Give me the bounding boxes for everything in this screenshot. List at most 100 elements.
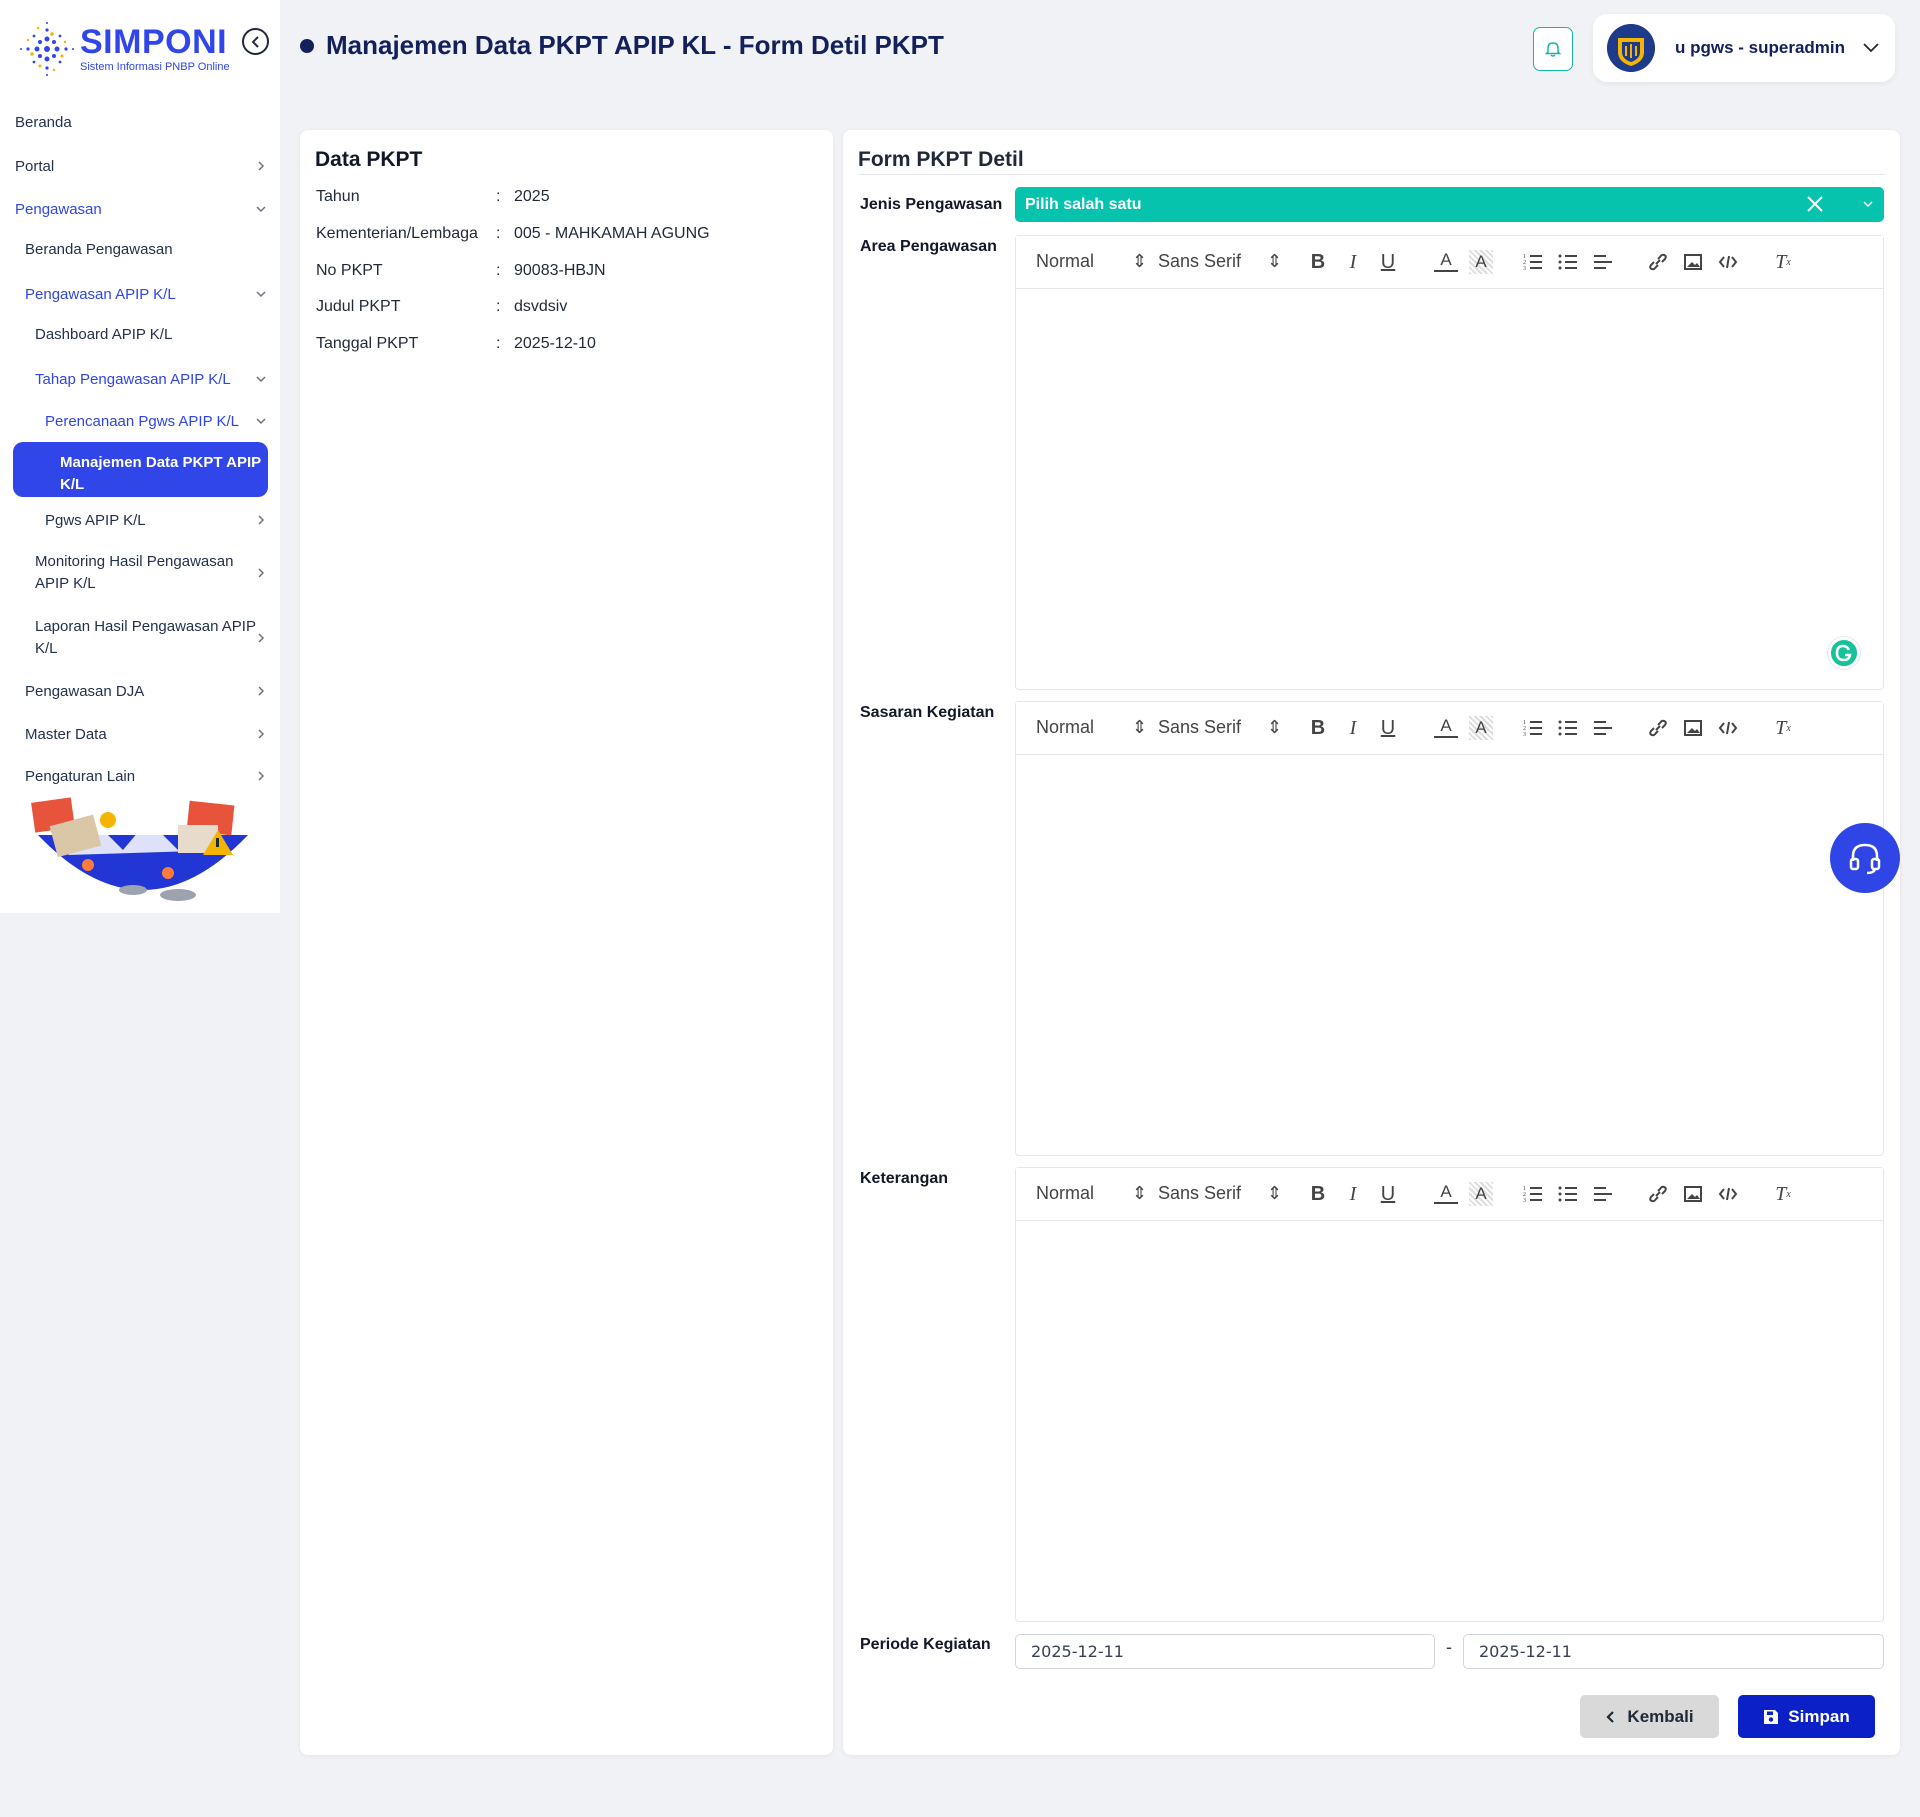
align-button[interactable]	[1591, 1182, 1615, 1206]
sidebar-item-perencanaan[interactable]: Perencanaan Pgws APIP K/L	[45, 411, 280, 431]
code-button[interactable]	[1716, 1182, 1740, 1206]
sidebar-item-beranda-pengawasan[interactable]: Beranda Pengawasan	[25, 241, 173, 258]
sidebar-item-monitoring[interactable]: Monitoring Hasil Pengawasan APIP K/L	[35, 551, 280, 595]
support-chat-button[interactable]	[1830, 823, 1900, 893]
font-select[interactable]: Sans Serif ⇕	[1158, 717, 1282, 738]
text-color-button[interactable]: A	[1434, 250, 1458, 272]
simponi-logo[interactable]: SIMPONI Sistem Informasi PNBP Online	[18, 18, 248, 80]
sidebar-item-pengawasan-dja[interactable]: Pengawasan DJA	[25, 681, 280, 701]
jenis-pengawasan-label: Jenis Pengawasan	[860, 196, 1003, 213]
form-title: Form PKPT Detil	[858, 148, 1024, 171]
chevron-down-icon	[256, 291, 266, 298]
bold-button[interactable]: B	[1306, 716, 1330, 740]
sidebar-item-tahap-pengawasan[interactable]: Tahap Pengawasan APIP K/L	[35, 369, 280, 389]
image-button[interactable]	[1681, 1182, 1705, 1206]
area-pengawasan-content[interactable]	[1016, 289, 1883, 689]
underline-button[interactable]: U	[1376, 716, 1400, 740]
align-left-icon	[1594, 721, 1612, 735]
link-button[interactable]	[1646, 716, 1670, 740]
bold-button[interactable]: B	[1306, 250, 1330, 274]
chevron-down-icon	[256, 376, 266, 383]
sidebar-item-portal[interactable]: Portal	[15, 156, 280, 176]
save-button[interactable]: Simpan	[1738, 1695, 1875, 1738]
code-button[interactable]	[1716, 250, 1740, 274]
sidebar-item-laporan[interactable]: Laporan Hasil Pengawasan APIP K/L	[35, 616, 280, 660]
chevron-down-icon	[256, 206, 266, 213]
divider	[858, 174, 1885, 175]
clear-format-button[interactable]: Tx	[1771, 716, 1795, 740]
editor-toolbar: Normal ⇕ Sans Serif ⇕ B I U A A 123 Tx	[1016, 236, 1883, 289]
periode-start-input[interactable]: 2025-12-11	[1015, 1634, 1435, 1669]
clear-format-button[interactable]: Tx	[1771, 250, 1795, 274]
link-button[interactable]	[1646, 1182, 1670, 1206]
sidebar-illustration-image	[31, 797, 248, 901]
bullet-list-button[interactable]	[1556, 250, 1580, 274]
sidebar-item-pgws-apip[interactable]: Pgws APIP K/L	[45, 510, 280, 530]
bullet-list-button[interactable]	[1556, 1182, 1580, 1206]
data-pkpt-card: Data PKPT Tahun:2025 Kementerian/Lembaga…	[300, 130, 833, 1755]
bold-button[interactable]: B	[1306, 1182, 1330, 1206]
italic-button[interactable]: I	[1341, 1182, 1365, 1206]
bullet-list-icon	[1558, 720, 1577, 736]
underline-button[interactable]: U	[1376, 1182, 1400, 1206]
background-color-button[interactable]: A	[1469, 250, 1493, 274]
italic-button[interactable]: I	[1341, 716, 1365, 740]
page-header: Manajemen Data PKPT APIP KL - Form Detil…	[300, 30, 944, 61]
chevron-right-icon	[258, 686, 265, 696]
image-button[interactable]	[1681, 250, 1705, 274]
background-color-button[interactable]: A	[1469, 716, 1493, 740]
bullet-list-icon	[1558, 254, 1577, 270]
image-button[interactable]	[1681, 716, 1705, 740]
bullet-list-button[interactable]	[1556, 716, 1580, 740]
updown-arrows-icon: ⇕	[1132, 251, 1148, 271]
sidebar-item-dashboard-apip[interactable]: Dashboard APIP K/L	[35, 326, 172, 343]
sidebar-item-pengawasan-apip[interactable]: Pengawasan APIP K/L	[25, 284, 280, 304]
format-select[interactable]: Normal ⇕	[1036, 717, 1147, 738]
back-button[interactable]: Kembali	[1580, 1695, 1719, 1738]
sidebar: SIMPONI Sistem Informasi PNBP Online Ber…	[0, 0, 280, 913]
updown-arrows-icon: ⇕	[1132, 1183, 1148, 1203]
link-button[interactable]	[1646, 250, 1670, 274]
info-row-tahun: Tahun:2025	[316, 188, 550, 205]
chevron-right-icon	[258, 771, 265, 781]
bullet-list-icon	[1558, 1186, 1577, 1202]
jenis-pengawasan-select[interactable]: Pilih salah satu	[1015, 187, 1884, 222]
periode-end-input[interactable]: 2025-12-11	[1463, 1634, 1884, 1669]
notification-button[interactable]	[1533, 27, 1573, 71]
grammarly-icon	[1835, 644, 1852, 662]
align-button[interactable]	[1591, 716, 1615, 740]
sidebar-item-manajemen-data-pkpt[interactable]: Manajemen Data PKPT APIP K/L	[13, 442, 268, 497]
align-left-icon	[1594, 1187, 1612, 1201]
periode-kegiatan-label: Periode Kegiatan	[860, 1636, 991, 1653]
clear-icon[interactable]	[1806, 195, 1824, 213]
keterangan-content[interactable]	[1016, 1221, 1883, 1621]
user-menu[interactable]: u pgws - superadmin	[1593, 14, 1895, 82]
align-button[interactable]	[1591, 250, 1615, 274]
avatar	[1607, 24, 1655, 72]
underline-button[interactable]: U	[1376, 250, 1400, 274]
font-select[interactable]: Sans Serif ⇕	[1158, 1183, 1282, 1204]
updown-arrows-icon: ⇕	[1267, 1183, 1283, 1203]
chevron-right-icon	[258, 568, 265, 578]
sidebar-item-pengaturan-lain[interactable]: Pengaturan Lain	[25, 766, 280, 786]
ordered-list-button[interactable]: 123	[1521, 1182, 1545, 1206]
clear-format-button[interactable]: Tx	[1771, 1182, 1795, 1206]
format-select[interactable]: Normal ⇕	[1036, 251, 1147, 272]
ordered-list-button[interactable]: 123	[1521, 716, 1545, 740]
updown-arrows-icon: ⇕	[1267, 717, 1283, 737]
sasaran-kegiatan-content[interactable]	[1016, 755, 1883, 1155]
sidebar-collapse-button[interactable]	[242, 28, 269, 55]
sidebar-item-beranda[interactable]: Beranda	[15, 114, 72, 131]
italic-button[interactable]: I	[1341, 250, 1365, 274]
sidebar-item-master-data[interactable]: Master Data	[25, 724, 280, 744]
text-color-button[interactable]: A	[1434, 716, 1458, 738]
background-color-button[interactable]: A	[1469, 1182, 1493, 1206]
font-select[interactable]: Sans Serif ⇕	[1158, 251, 1282, 272]
svg-text:3: 3	[1523, 266, 1526, 271]
ordered-list-button[interactable]: 123	[1521, 250, 1545, 274]
code-button[interactable]	[1716, 716, 1740, 740]
grammarly-widget[interactable]	[1828, 637, 1860, 669]
text-color-button[interactable]: A	[1434, 1182, 1458, 1204]
sidebar-item-pengawasan[interactable]: Pengawasan	[15, 199, 280, 219]
format-select[interactable]: Normal ⇕	[1036, 1183, 1147, 1204]
